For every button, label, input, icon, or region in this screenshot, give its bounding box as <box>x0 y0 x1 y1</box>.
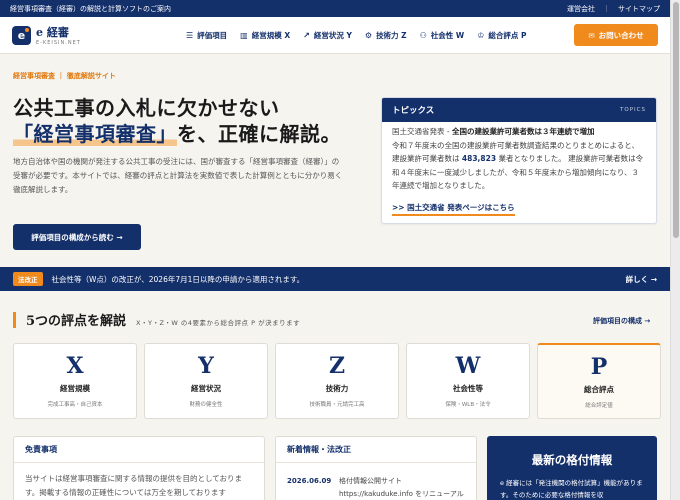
nav-label: 経営状況 Y <box>313 30 352 40</box>
hero-title-highlight: 「経営事項審査」 <box>13 122 177 146</box>
title-accent-bar <box>13 311 16 328</box>
mail-icon: ✉ <box>588 30 595 40</box>
top-bar: 経営事項審査（経審）の解説と計算ソフトのご案内 運営会社 ｜ サイトマップ <box>0 0 670 17</box>
topics-title: トピックス <box>392 106 435 116</box>
bar-chart-icon: ▥ <box>240 30 248 40</box>
people-icon: ⚇ <box>419 30 427 40</box>
card-letter: W <box>455 353 481 379</box>
logo-title: e 経審 <box>36 26 69 39</box>
rating-promo-panel[interactable]: 最新の格付情報 e 経審には「発注機関の格付試算」機能があります。そのために必要… <box>487 436 657 500</box>
card-letter: P <box>590 354 608 380</box>
list-icon: ☰ <box>186 30 194 40</box>
card-name: 経営規模 <box>60 384 90 393</box>
disclaimer-title: 免責事項 <box>14 437 264 463</box>
card-letter: Y <box>198 353 214 379</box>
hero-description: 地方自治体や国の機関が発注する公共工事の受注には、国が審査する「経営事項審査（経… <box>13 157 343 194</box>
logo-subtitle: E-KEISIN.NET <box>36 40 81 46</box>
score-card-y[interactable]: Y 経営状況 財務の健全性 <box>144 343 268 419</box>
contact-label: お問い合わせ <box>598 30 644 40</box>
card-name: 社会性等 <box>453 384 483 393</box>
site-tagline: 経営事項審査（経審）の解説と計算ソフトのご案内 <box>10 4 171 13</box>
nav-label: 評価項目 <box>197 30 228 40</box>
card-desc: 技術職員・元請完工高 <box>309 402 365 408</box>
top-links: 運営会社 ｜ サイトマップ <box>567 4 660 14</box>
card-desc: 総合評定値 <box>585 403 613 409</box>
link-separator: ｜ <box>603 4 610 13</box>
logo-text: e 経審 E-KEISIN.NET <box>36 24 81 46</box>
scrollbar-thumb[interactable] <box>673 2 679 238</box>
page-scrollbar[interactable] <box>670 0 680 500</box>
hero-title-rest: を、正確に解説。 <box>177 122 341 146</box>
trend-icon: ↗ <box>303 30 310 40</box>
card-letter: X <box>66 353 84 379</box>
news-date: 2026.06.09 <box>287 477 332 485</box>
topics-headline: 全国の建設業許可業者数は３年連続で増加 <box>451 127 595 136</box>
sitemap-link[interactable]: サイトマップ <box>618 4 660 14</box>
nav-item-evaluation[interactable]: ☰ 評価項目 <box>186 30 227 41</box>
section-heading: 5つの評点を解説 <box>26 314 127 329</box>
gear-icon: ⚙ <box>364 30 373 40</box>
section-subtitle: X・Y・Z・W の4要素から総合評点 P が決まります <box>136 319 301 327</box>
nav-item-p[interactable]: ♔ 総合評点 P <box>477 30 526 41</box>
structure-link[interactable]: 評価項目の構成 → <box>593 316 650 326</box>
hero-label: 経営事項審査 ｜ 徹底解説サイト <box>13 72 116 80</box>
score-card-x[interactable]: X 経営規模 完成工事高・自己資本 <box>13 343 137 419</box>
hero-title-line1: 公共工事の入札に欠かせない <box>13 96 280 120</box>
nav-item-x[interactable]: ▥ 経営規模 X <box>240 30 290 41</box>
notice-text: 社会性等（W点）の改正が、2026年7月1日以降の申請から適用されます。 <box>51 274 305 284</box>
news-item[interactable]: 2026.06.09 格付情報公開サイト https://kakuduke.in… <box>276 463 476 500</box>
topics-header: トピックス TOPICS <box>382 98 656 122</box>
news-title: 新着情報・法改正 <box>276 437 476 463</box>
mlit-link[interactable]: >> 国土交通省 発表ページはこちら <box>392 202 515 216</box>
score-cards: X 経営規模 完成工事高・自己資本 Y 経営状況 財務の健全性 Z 技術力 技術… <box>13 343 661 419</box>
nav-label: 社会性 W <box>430 30 465 40</box>
score-card-w[interactable]: W 社会性等 保険・WLB・法令 <box>406 343 530 419</box>
nav-item-w[interactable]: ⚇ 社会性 W <box>420 30 465 41</box>
law-badge: 法改正 <box>13 272 43 286</box>
score-card-z[interactable]: Z 技術力 技術職員・元請完工高 <box>275 343 399 419</box>
scores-section-title: 5つの評点を解説 X・Y・Z・W の4要素から総合評点 P が決まります <box>13 310 300 329</box>
main-nav: ☰ 評価項目 ▥ 経営規模 X ↗ 経営状況 Y ⚙ 技術力 Z ⚇ 社会性 W ♔ 総合評… <box>186 30 526 41</box>
hero-title-line2: 「経営事項審査」を、正確に解説。 <box>13 118 341 147</box>
news-text: 格付情報公開サイト https://kakuduke.info をリニューアル <box>339 477 464 498</box>
score-card-p[interactable]: P 総合評点 総合評定値 <box>537 343 661 419</box>
topics-count: 483,823 <box>461 154 497 163</box>
nav-label: 総合評点 P <box>488 30 527 40</box>
promo-body: e 経審には「発注機関の格付試算」機能があります。そのために必要な格付情報を収 <box>500 479 643 499</box>
disclaimer-panel: 免責事項 当サイトは経営事項審査に関する情報の提供を目的としております。掲載する… <box>13 436 265 500</box>
notice-bar: 法改正 社会性等（W点）の改正が、2026年7月1日以降の申請から適用されます。… <box>0 267 670 291</box>
card-name: 総合評点 <box>584 385 614 394</box>
disclaimer-body: 当サイトは経営事項審査に関する情報の提供を目的としております。掲載する情報の正確… <box>25 474 243 497</box>
logo-e-icon: e <box>12 25 31 45</box>
card-desc: 完成工事高・自己資本 <box>47 402 103 408</box>
nav-item-y[interactable]: ↗ 経営状況 Y <box>303 30 352 41</box>
news-panel: 新着情報・法改正 2026.06.09 格付情報公開サイト https://ka… <box>275 436 477 500</box>
topics-source: 国土交通省発表 - <box>392 127 452 136</box>
card-name: 技術力 <box>325 384 349 393</box>
topics-title-en: TOPICS <box>620 107 646 113</box>
site-logo[interactable]: e e 経審 E-KEISIN.NET <box>12 24 172 46</box>
topics-box: トピックス TOPICS 国土交通省発表 - 全国の建設業許可業者数は３年連続で… <box>381 97 657 224</box>
nav-item-z[interactable]: ⚙ 技術力 Z <box>365 30 407 41</box>
site-header: e e 経審 E-KEISIN.NET ☰ 評価項目 ▥ 経営規模 X ↗ 経営状況 … <box>0 17 670 54</box>
company-link[interactable]: 運営会社 <box>567 4 595 14</box>
notice-more-link[interactable]: 詳しく → <box>626 274 657 285</box>
contact-button[interactable]: ✉ お問い合わせ <box>574 24 658 46</box>
medal-icon: ♔ <box>477 30 485 40</box>
topics-body: 国土交通省発表 - 全国の建設業許可業者数は３年連続で増加 令和７年度末の全国の建… <box>382 122 656 193</box>
promo-title: 最新の格付情報 <box>531 453 613 467</box>
nav-label: 経営規模 X <box>251 30 291 40</box>
nav-label: 技術力 Z <box>376 30 407 40</box>
read-structure-button[interactable]: 評価項目の構成から読む → <box>13 224 141 250</box>
card-letter: Z <box>328 353 346 379</box>
card-name: 経営状況 <box>191 384 221 393</box>
card-desc: 保険・WLB・法令 <box>445 402 491 408</box>
card-desc: 財務の健全性 <box>189 402 223 408</box>
